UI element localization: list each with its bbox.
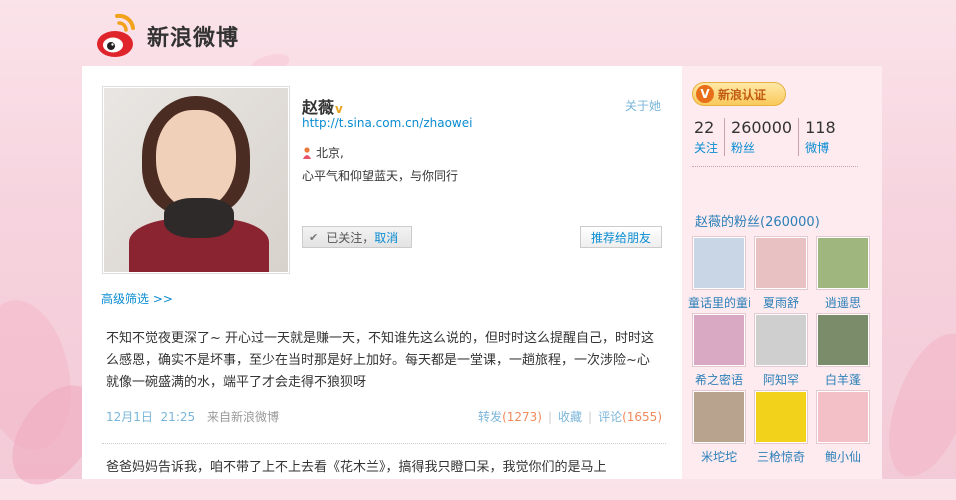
fan-name[interactable]: 白羊蓬: [812, 371, 874, 388]
sidebar-divider: [692, 166, 858, 167]
fan-item[interactable]: 三枪惊奇: [750, 390, 812, 465]
profile-stats: 22 关注 260000 粉丝 118 微博: [694, 118, 848, 156]
profile-avatar[interactable]: [102, 86, 290, 274]
post-text: 爸爸妈妈告诉我，咱不带了上不上去看《花木兰》，搞得我只瞪口呆，我觉你们的是马上: [106, 460, 607, 475]
fan-avatar[interactable]: [816, 313, 870, 367]
fan-avatar[interactable]: [692, 313, 746, 367]
profile-sidebar: V 新浪认证 22 关注 260000 粉丝 118 微博 赵薇的粉丝(2600…: [682, 66, 882, 479]
fan-name[interactable]: 阿知罕: [750, 371, 812, 388]
fan-avatar[interactable]: [754, 236, 808, 290]
post-text: 不知不觉夜更深了~ 开心过一天就是赚一天，不知谁先这么说的，但时时这么提醒自己，…: [106, 331, 655, 390]
weibo-logo[interactable]: 新浪微博: [95, 8, 239, 64]
fan-avatar[interactable]: [754, 313, 808, 367]
fan-name[interactable]: 逍遥思: [812, 294, 874, 311]
profile-url-link[interactable]: http://t.sina.com.cn/zhaowei: [302, 116, 472, 130]
fan-item[interactable]: 米坨坨: [688, 390, 750, 465]
advanced-filter-link[interactable]: 高级筛选 >>: [101, 290, 173, 307]
favorite-link[interactable]: 收藏: [558, 410, 582, 424]
fan-avatar[interactable]: [816, 236, 870, 290]
repost-link[interactable]: 转发(1273): [478, 410, 542, 424]
fans-grid: 童话里的童i 夏雨舒 逍遥思希之密语 阿知罕 白羊蓬米坨坨 三枪惊奇 鲍小仙: [688, 236, 878, 465]
profile-name-text: 赵薇: [302, 98, 335, 117]
fan-item[interactable]: 鲍小仙: [812, 390, 874, 465]
followed-label: 已关注: [326, 230, 363, 245]
recommend-to-friend-button[interactable]: 推荐给朋友: [580, 226, 662, 248]
fan-name[interactable]: 童话里的童i: [688, 294, 750, 311]
stat-posts[interactable]: 118 微博: [805, 118, 842, 156]
fan-item[interactable]: 白羊蓬: [812, 313, 874, 388]
brand-name: 新浪微博: [147, 26, 240, 51]
followed-status-button: ✔ 已关注，取消: [302, 226, 412, 248]
fan-avatar[interactable]: [816, 390, 870, 444]
comment-link[interactable]: 评论(1655): [598, 410, 662, 424]
profile-name: 赵薇v: [302, 94, 343, 118]
verified-v-icon: V: [696, 85, 714, 103]
verified-v-icon: v: [335, 102, 343, 116]
post-date[interactable]: 12月1日: [106, 410, 153, 424]
female-user-icon: [303, 146, 311, 159]
about-her-link[interactable]: 关于她: [625, 97, 661, 114]
post-time[interactable]: 21:25: [161, 410, 196, 424]
fan-name[interactable]: 三枪惊奇: [750, 448, 812, 465]
post-meta: 12月1日 21:25 来自新浪微博 转发(1273) | 收藏 | 评论(1655): [106, 410, 662, 424]
profile-main-panel: 赵薇v 关于她 http://t.sina.com.cn/zhaowei 北京,…: [82, 66, 682, 479]
fan-avatar[interactable]: [754, 390, 808, 444]
fan-avatar[interactable]: [692, 390, 746, 444]
fan-item[interactable]: 童话里的童i: [688, 236, 750, 311]
fan-name[interactable]: 夏雨舒: [750, 294, 812, 311]
fan-name[interactable]: 鲍小仙: [812, 448, 874, 465]
post-source: 来自新浪微博: [206, 410, 279, 424]
stat-fans[interactable]: 260000 粉丝: [731, 118, 800, 156]
fan-name[interactable]: 米坨坨: [688, 448, 750, 465]
check-icon: ✔: [309, 230, 319, 244]
post-feed: 不知不觉夜更深了~ 开心过一天就是赚一天，不知谁先这么说的，但时时这么提醒自己，…: [102, 328, 666, 475]
post-item: 不知不觉夜更深了~ 开心过一天就是赚一天，不知谁先这么说的，但时时这么提醒自己，…: [102, 328, 666, 444]
profile-location: 北京,: [302, 144, 344, 161]
fan-avatar[interactable]: [692, 236, 746, 290]
fan-name[interactable]: 希之密语: [688, 371, 750, 388]
unfollow-link[interactable]: 取消: [374, 229, 398, 246]
fan-item[interactable]: 希之密语: [688, 313, 750, 388]
sina-verified-badge[interactable]: V 新浪认证: [692, 82, 786, 106]
stat-following[interactable]: 22 关注: [694, 118, 726, 156]
location-text: 北京,: [316, 146, 344, 160]
profile-bio: 心平气和仰望蓝天，与你同行: [302, 169, 459, 183]
decor-petal: [877, 323, 956, 487]
fan-item[interactable]: 阿知罕: [750, 313, 812, 388]
post-divider: [102, 443, 666, 444]
avatar-photo: [104, 88, 288, 272]
fan-item[interactable]: 逍遥思: [812, 236, 874, 311]
fan-item[interactable]: 夏雨舒: [750, 236, 812, 311]
weibo-eye-icon: [97, 13, 135, 57]
verified-label: 新浪认证: [718, 87, 767, 102]
fans-section-title[interactable]: 赵薇的粉丝(260000): [695, 211, 820, 230]
